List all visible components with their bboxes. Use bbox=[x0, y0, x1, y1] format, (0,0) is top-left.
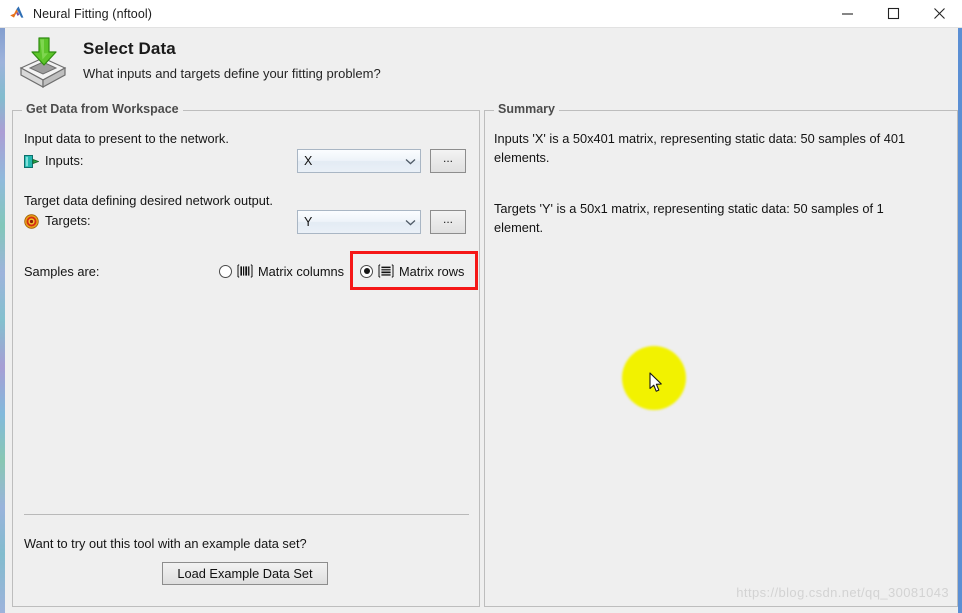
window-left-edge-artifact bbox=[0, 27, 5, 613]
minimize-icon bbox=[841, 13, 853, 15]
mouse-pointer-icon bbox=[649, 372, 664, 394]
summary-inputs-text: Inputs 'X' is a 50x401 matrix, represent… bbox=[494, 131, 906, 165]
title-bar: Neural Fitting (nftool) bbox=[0, 0, 962, 28]
radio-matrix-rows[interactable]: Matrix rows bbox=[360, 261, 464, 281]
workspace-panel-legend: Get Data from Workspace bbox=[22, 102, 183, 116]
get-data-from-workspace-panel: Get Data from Workspace Input data to pr… bbox=[12, 102, 480, 607]
section-divider bbox=[24, 514, 469, 515]
radio-matrix-rows-dot[interactable] bbox=[360, 264, 373, 278]
chevron-down-icon bbox=[400, 158, 420, 165]
chevron-down-icon bbox=[400, 219, 420, 226]
import-data-icon bbox=[15, 34, 71, 90]
samples-are-label: Samples are: bbox=[24, 264, 100, 279]
target-bullseye-icon bbox=[24, 214, 39, 229]
close-button[interactable] bbox=[916, 0, 962, 27]
summary-panel-legend: Summary bbox=[494, 102, 559, 116]
summary-targets-text: Targets 'Y' is a 50x1 matrix, representi… bbox=[494, 201, 884, 235]
radio-matrix-columns[interactable]: Matrix columns bbox=[219, 261, 344, 281]
targets-label: Targets: bbox=[45, 213, 91, 228]
maximize-button[interactable] bbox=[870, 0, 916, 27]
window-right-border bbox=[958, 27, 962, 613]
input-port-icon bbox=[24, 154, 40, 169]
maximize-icon bbox=[887, 7, 899, 20]
page-title: Select Data bbox=[83, 39, 176, 58]
page-header: Select Data What inputs and targets defi… bbox=[5, 28, 958, 98]
load-example-data-set-button[interactable]: Load Example Data Set bbox=[162, 562, 328, 585]
summary-panel: Summary Inputs 'X' is a 50x401 matrix, r… bbox=[484, 102, 958, 607]
page-subtitle: What inputs and targets define your fitt… bbox=[83, 66, 381, 81]
targets-description: Target data defining desired network out… bbox=[24, 193, 273, 208]
inputs-label: Inputs: bbox=[45, 153, 84, 168]
window-title: Neural Fitting (nftool) bbox=[33, 6, 153, 21]
watermark-text: https://blog.csdn.net/qq_30081043 bbox=[736, 585, 949, 600]
targets-select[interactable]: Y bbox=[297, 210, 421, 234]
inputs-description: Input data to present to the network. bbox=[24, 131, 229, 146]
inputs-browse-button[interactable]: ... bbox=[430, 149, 466, 173]
radio-matrix-columns-label: Matrix columns bbox=[258, 263, 345, 279]
matrix-rows-icon bbox=[378, 263, 394, 279]
close-icon bbox=[933, 8, 945, 19]
inputs-select-value: X bbox=[304, 154, 313, 168]
inputs-select[interactable]: X bbox=[297, 149, 421, 173]
matrix-columns-icon bbox=[237, 263, 253, 279]
radio-matrix-columns-dot[interactable] bbox=[219, 264, 232, 278]
example-data-question: Want to try out this tool with an exampl… bbox=[24, 536, 307, 551]
targets-browse-button[interactable]: ... bbox=[430, 210, 466, 234]
radio-matrix-rows-label: Matrix rows bbox=[399, 263, 465, 279]
nftool-window: Neural Fitting (nftool) Select Data What… bbox=[0, 0, 962, 613]
minimize-button[interactable] bbox=[824, 0, 870, 27]
targets-select-value: Y bbox=[304, 215, 313, 229]
matlab-logo-icon bbox=[9, 5, 26, 22]
